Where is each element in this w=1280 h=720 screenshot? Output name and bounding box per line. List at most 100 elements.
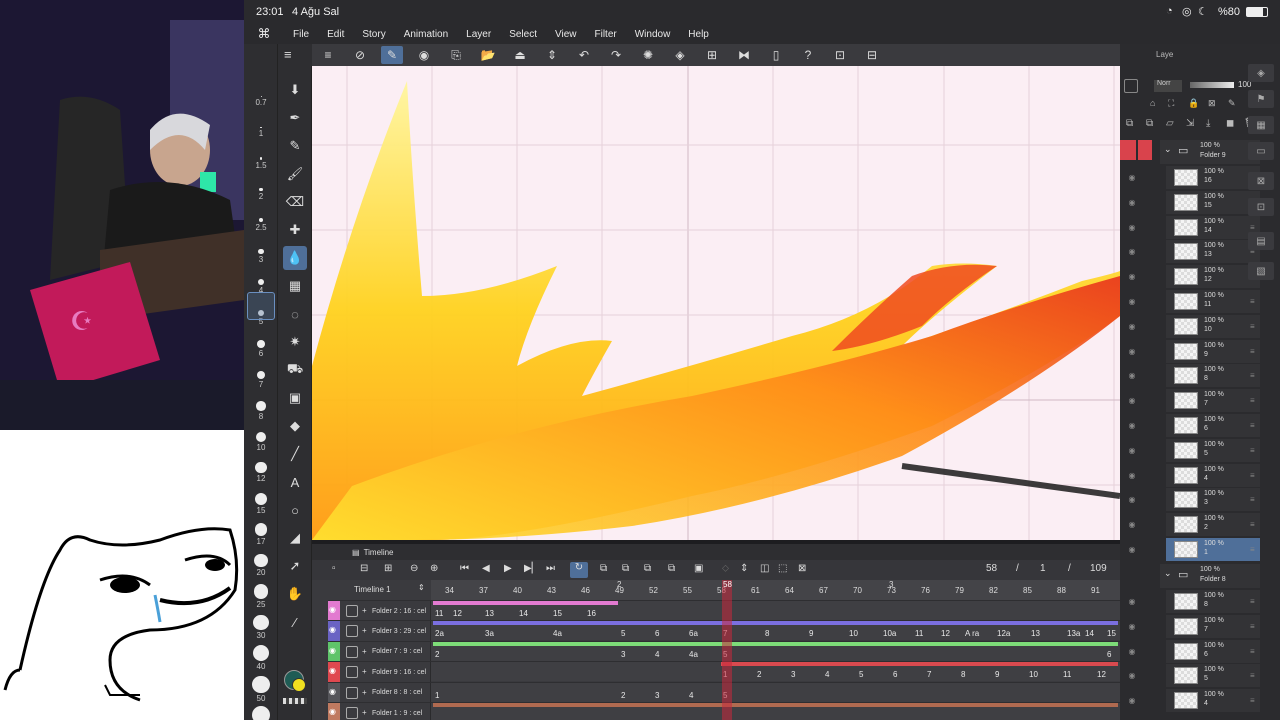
layer-row[interactable]: 100 % 6 ≡ [1166, 639, 1260, 664]
cel-label[interactable]: 13a [1067, 629, 1080, 638]
loading-icon[interactable]: ✺ [637, 46, 659, 64]
brush-size-20[interactable]: 60 [244, 706, 278, 720]
menu-story[interactable]: Story [353, 29, 394, 40]
layer-row[interactable]: 100 % 11 ≡ [1166, 290, 1260, 314]
cel-label[interactable]: 12 [941, 629, 950, 638]
cel-label[interactable]: A ra [965, 629, 979, 638]
layer-drag-icon[interactable]: ≡ [1250, 297, 1255, 306]
cel-label[interactable]: 2 [435, 650, 439, 659]
layer-drag-icon[interactable]: ≡ [1250, 347, 1255, 356]
layer-row[interactable]: 100 % 5 ≡ [1166, 664, 1260, 689]
pencil-icon[interactable]: ✎ [283, 134, 307, 158]
reference-icon[interactable]: ⛶ [1168, 98, 1174, 109]
open-file-icon[interactable]: 📂 [477, 46, 499, 64]
layer-visibility-icon[interactable]: ◉ [1124, 446, 1140, 455]
new-folder-icon[interactable]: ▱ [1166, 118, 1174, 129]
blend-tool-icon[interactable]: 💧 [283, 246, 307, 270]
brush-size-1[interactable]: 1 [244, 126, 278, 138]
brush-size-15[interactable]: 20 [244, 553, 278, 577]
fill-canvas-icon[interactable]: ◈ [669, 46, 691, 64]
layer-visibility-icon[interactable]: ◉ [1124, 597, 1140, 606]
prev-frame-icon[interactable]: ◀ [482, 563, 490, 574]
track-visibility-icon[interactable]: ◉ [329, 605, 336, 614]
layer-visibility-icon[interactable]: ◉ [1124, 671, 1140, 680]
ruler-frame-label[interactable]: 43 [547, 586, 556, 595]
cel-label[interactable]: 4 [825, 670, 829, 679]
save-icon[interactable]: ⏏ [509, 46, 531, 64]
timeline-name-cell[interactable]: Timeline 1 ⇕ [328, 580, 431, 600]
track-color-tag[interactable]: ◉ [328, 662, 340, 683]
fill-icon[interactable]: ⛟ [283, 358, 307, 382]
ruler-frame-label[interactable]: 85 [1023, 586, 1032, 595]
track-visibility-icon[interactable]: ◉ [329, 625, 336, 634]
cel-label[interactable]: 8 [961, 670, 965, 679]
layer-visibility-icon[interactable]: ◉ [1124, 622, 1140, 631]
brush-size-19[interactable]: 50 [244, 675, 278, 703]
layer-row[interactable]: 100 % 1 ≡ [1166, 538, 1260, 562]
layer-row[interactable]: 100 % 8 ≡ [1166, 364, 1260, 389]
navigator-icon[interactable]: ⚑ [1248, 90, 1274, 108]
layer-drag-icon[interactable]: ≡ [1250, 371, 1255, 380]
track-color-tag[interactable]: ◉ [328, 703, 340, 720]
brush-size-11[interactable]: 10 [244, 431, 278, 452]
layer-visibility-icon[interactable]: ◉ [1124, 297, 1140, 306]
layer-drag-icon[interactable]: ≡ [1250, 647, 1255, 656]
transfer-icon[interactable]: ⇲ [1186, 118, 1194, 129]
text-icon[interactable]: A [283, 470, 307, 494]
track-cells[interactable]: 2344a56 [433, 641, 1120, 662]
auto-action-icon[interactable]: ▤ [1248, 232, 1274, 250]
blend-mode-select[interactable]: Norr [1154, 80, 1182, 92]
cel-label[interactable]: 2 [621, 691, 625, 700]
hand-icon[interactable]: ✋ [283, 582, 307, 606]
sub-view-icon[interactable]: ▦ [1248, 116, 1274, 134]
layer-row[interactable]: 100 % 4 ≡ [1166, 463, 1260, 488]
layer-visibility-icon[interactable]: ◉ [1124, 520, 1140, 529]
transparent-color-icon[interactable] [283, 698, 307, 704]
layer-visibility-icon[interactable]: ◉ [1124, 272, 1140, 281]
track-cells[interactable]: 11 12 13 14 15 16 [433, 601, 1120, 621]
operation-icon[interactable]: ➚ [283, 554, 307, 578]
ruler-frame-label[interactable]: 91 [1091, 586, 1100, 595]
layer-drag-icon[interactable]: ≡ [1250, 421, 1255, 430]
menu-edit[interactable]: Edit [318, 29, 353, 40]
layer-drag-icon[interactable]: ≡ [1250, 495, 1255, 504]
keyframe-edit-icon[interactable]: ◫ [760, 563, 769, 574]
brush-size-8[interactable]: 6 [244, 340, 278, 358]
settings-grid-icon[interactable]: ⊟ [861, 46, 883, 64]
ruler-frame-label[interactable]: 55 [683, 586, 692, 595]
cel-label[interactable]: 15 [553, 609, 562, 618]
cel-label[interactable]: 3 [791, 670, 795, 679]
layer-row[interactable]: 100 % 8 ≡ [1166, 590, 1260, 614]
menu-layer[interactable]: Layer [457, 29, 500, 40]
timeline-list-icon[interactable]: ⊟ [360, 563, 368, 574]
menu-help[interactable]: Help [679, 29, 718, 40]
ruler-frame-label[interactable]: 37 [479, 586, 488, 595]
track-visibility-icon[interactable]: ◉ [329, 646, 336, 655]
cel-label[interactable]: 13 [485, 609, 494, 618]
layer-visibility-icon[interactable]: ◉ [1124, 247, 1140, 256]
ruler-frame-label[interactable]: 67 [819, 586, 828, 595]
cel-label[interactable]: 12 [1097, 670, 1106, 679]
material-icon[interactable]: ⊠ [1248, 172, 1274, 190]
cel-label[interactable]: 4 [689, 691, 693, 700]
cel-label[interactable]: 11 [915, 629, 923, 638]
timeline-name[interactable]: Timeline 1 [354, 585, 391, 594]
lock-alpha-icon[interactable]: ⊠ [1208, 98, 1216, 109]
layer-visibility-icon[interactable]: ◉ [1124, 545, 1140, 554]
playhead[interactable] [722, 580, 732, 720]
layer-visibility-icon[interactable]: ◉ [1124, 471, 1140, 480]
cel-label[interactable]: 12 [453, 609, 462, 618]
layer-visibility-icon[interactable]: ◉ [1124, 198, 1140, 207]
eyedropper-icon[interactable]: ⁄ [283, 610, 307, 634]
layer-row[interactable]: 100 % 2 ≡ [1166, 513, 1260, 538]
track-expand-icon[interactable]: + [362, 626, 367, 635]
color-icon[interactable]: ◉ [413, 46, 435, 64]
brush-size-9[interactable]: 7 [244, 370, 278, 389]
folder9-collapse-icon[interactable]: ⌄ [1164, 144, 1172, 155]
zoom-in-icon[interactable]: ⊕ [430, 563, 438, 574]
track-expand-icon[interactable]: + [362, 667, 367, 676]
track-color-tag[interactable]: ◉ [328, 621, 340, 642]
track-cells[interactable]: 2a3a4a566a7891010a1112A ra12a1313a1415 [433, 621, 1120, 641]
cel-label[interactable]: 11 [435, 609, 443, 618]
cel-label[interactable]: 16 [587, 609, 596, 618]
